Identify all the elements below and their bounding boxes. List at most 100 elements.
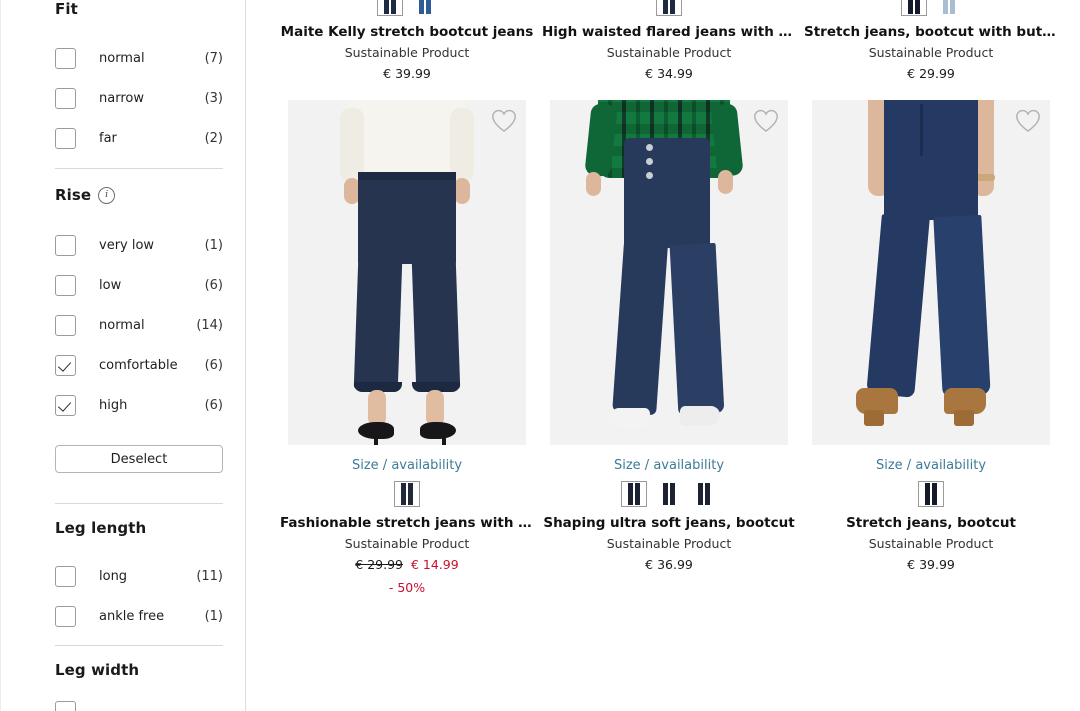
checkbox-far[interactable]	[55, 128, 76, 149]
checkbox-very-low[interactable]	[55, 235, 76, 256]
old-price: € 29.99	[355, 557, 403, 572]
color-swatch[interactable]	[900, 0, 927, 16]
info-circle-icon[interactable]: i	[98, 186, 116, 204]
product-price: € 36.99	[538, 557, 800, 572]
filter-option-long[interactable]: long (11)	[55, 563, 223, 590]
filter-option-comfortable[interactable]: comfortable (6)	[55, 352, 223, 379]
color-swatches	[800, 481, 1062, 507]
filter-label: low	[99, 278, 122, 293]
deselect-button-label: Deselect	[110, 451, 168, 467]
checkbox-comfortable[interactable]	[55, 355, 76, 376]
size-availability-link[interactable]: Size / availability	[538, 458, 800, 473]
price-value: € 29.99	[907, 66, 955, 81]
product-price: € 34.99	[538, 66, 800, 81]
checkbox-normal[interactable]	[55, 48, 76, 69]
product-card-bottom: Shaping ultra soft jeans, bootcut Sustai…	[538, 481, 800, 572]
filter-count: (2)	[204, 131, 223, 146]
divider	[55, 503, 223, 504]
divider	[55, 168, 223, 169]
product-price: € 29.99 € 14.99	[276, 557, 538, 572]
checkbox-low[interactable]	[55, 275, 76, 296]
facet-title-fit: Fit	[55, 0, 223, 18]
product-title[interactable]: Stretch jeans, bootcut with button …	[800, 24, 1062, 40]
heart-outline-icon[interactable]	[1015, 109, 1041, 135]
filter-count: (6)	[204, 278, 223, 293]
product-card-bottom: Fashionable stretch jeans with a fl… Sus…	[276, 481, 538, 595]
filter-label: comfortable	[99, 358, 178, 373]
filter-option-leg-width-first[interactable]	[55, 698, 223, 711]
product-card[interactable]: Size / availability Fashionable stretch …	[276, 100, 538, 595]
heart-outline-icon[interactable]	[753, 109, 779, 135]
filter-option-low[interactable]: low (6)	[55, 272, 223, 299]
checkbox-normal-rise[interactable]	[55, 315, 76, 336]
size-availability-link[interactable]: Size / availability	[800, 458, 1062, 473]
filter-sidebar: Fit normal (7) narrow (3) far (2) Rise i…	[0, 0, 246, 711]
filter-count: (3)	[204, 91, 223, 106]
color-swatches	[800, 0, 1062, 16]
product-title[interactable]: Stretch jeans, bootcut	[800, 515, 1062, 531]
filter-option-far[interactable]: far (2)	[55, 125, 223, 152]
filter-option-narrow[interactable]: narrow (3)	[55, 85, 223, 112]
product-price: € 29.99	[800, 66, 1062, 81]
price-value: € 39.99	[907, 557, 955, 572]
color-swatch[interactable]	[376, 0, 403, 16]
filter-option-normal-rise[interactable]: normal (14)	[55, 312, 223, 339]
product-title[interactable]: High waisted flared jeans with recy…	[538, 24, 800, 40]
filter-label: far	[99, 131, 117, 146]
filter-option-normal[interactable]: normal (7)	[55, 45, 223, 72]
product-price: € 39.99	[800, 557, 1062, 572]
checkbox-narrow[interactable]	[55, 88, 76, 109]
color-swatch[interactable]	[691, 481, 717, 507]
product-card[interactable]: Size / availability Stretch jeans, bootc…	[800, 100, 1062, 572]
checkbox-leg-width-first[interactable]	[55, 701, 76, 711]
facet-title-leg-width: Leg width	[55, 661, 223, 679]
product-card[interactable]: High waisted flared jeans with recy… Sus…	[538, 0, 800, 81]
divider	[55, 645, 223, 646]
filter-count: (14)	[196, 318, 223, 333]
filter-label: long	[99, 569, 128, 584]
facet-title-text: Leg length	[55, 519, 147, 537]
sustainable-label: Sustainable Product	[868, 536, 994, 551]
product-image[interactable]	[812, 100, 1050, 445]
color-swatch[interactable]	[411, 0, 438, 16]
color-swatches	[276, 0, 538, 16]
color-swatch[interactable]	[935, 0, 962, 16]
filter-count: (6)	[204, 358, 223, 373]
product-title[interactable]: Maite Kelly stretch bootcut jeans	[276, 24, 538, 40]
filter-label: normal	[99, 318, 145, 333]
color-swatch[interactable]	[918, 481, 944, 507]
product-card[interactable]: Stretch jeans, bootcut with button … Sus…	[800, 0, 1062, 81]
product-image[interactable]	[288, 100, 526, 445]
deselect-button[interactable]: Deselect	[55, 445, 223, 473]
product-title[interactable]: Fashionable stretch jeans with a fl…	[276, 515, 538, 531]
filter-label: normal	[99, 51, 145, 66]
color-swatches	[276, 481, 538, 507]
filter-option-high[interactable]: high (6)	[55, 392, 223, 419]
product-card-bottom: Stretch jeans, bootcut Sustainable Produ…	[800, 481, 1062, 572]
color-swatch[interactable]	[621, 481, 647, 507]
facet-leg-width: Leg width	[55, 661, 223, 679]
product-title[interactable]: Shaping ultra soft jeans, bootcut	[538, 515, 800, 531]
sustainable-label: Sustainable Product	[606, 45, 732, 60]
filter-label: narrow	[99, 91, 144, 106]
filter-option-ankle-free[interactable]: ankle free (1)	[55, 603, 223, 630]
color-swatch[interactable]	[394, 481, 420, 507]
facet-title-text: Rise	[55, 186, 92, 204]
product-image[interactable]	[550, 100, 788, 445]
product-card-top: Stretch jeans, bootcut with button … Sus…	[800, 0, 1062, 81]
checkbox-ankle-free[interactable]	[55, 606, 76, 627]
filter-option-very-low[interactable]: very low (1)	[55, 232, 223, 259]
color-swatch[interactable]	[656, 481, 682, 507]
checkbox-high[interactable]	[55, 395, 76, 416]
facet-title-rise: Rise i	[55, 186, 223, 204]
heart-outline-icon[interactable]	[491, 109, 517, 135]
size-availability-link[interactable]: Size / availability	[276, 458, 538, 473]
product-card[interactable]: Size / availability Shaping ultra soft j…	[538, 100, 800, 572]
facet-title-text: Leg width	[55, 661, 140, 679]
product-card[interactable]: Maite Kelly stretch bootcut jeans Sustai…	[276, 0, 538, 81]
checkbox-long[interactable]	[55, 566, 76, 587]
color-swatch[interactable]	[656, 0, 682, 16]
filter-count: (7)	[204, 51, 223, 66]
sustainable-label: Sustainable Product	[344, 45, 470, 60]
facet-fit-options: normal (7) narrow (3) far (2)	[55, 45, 223, 152]
